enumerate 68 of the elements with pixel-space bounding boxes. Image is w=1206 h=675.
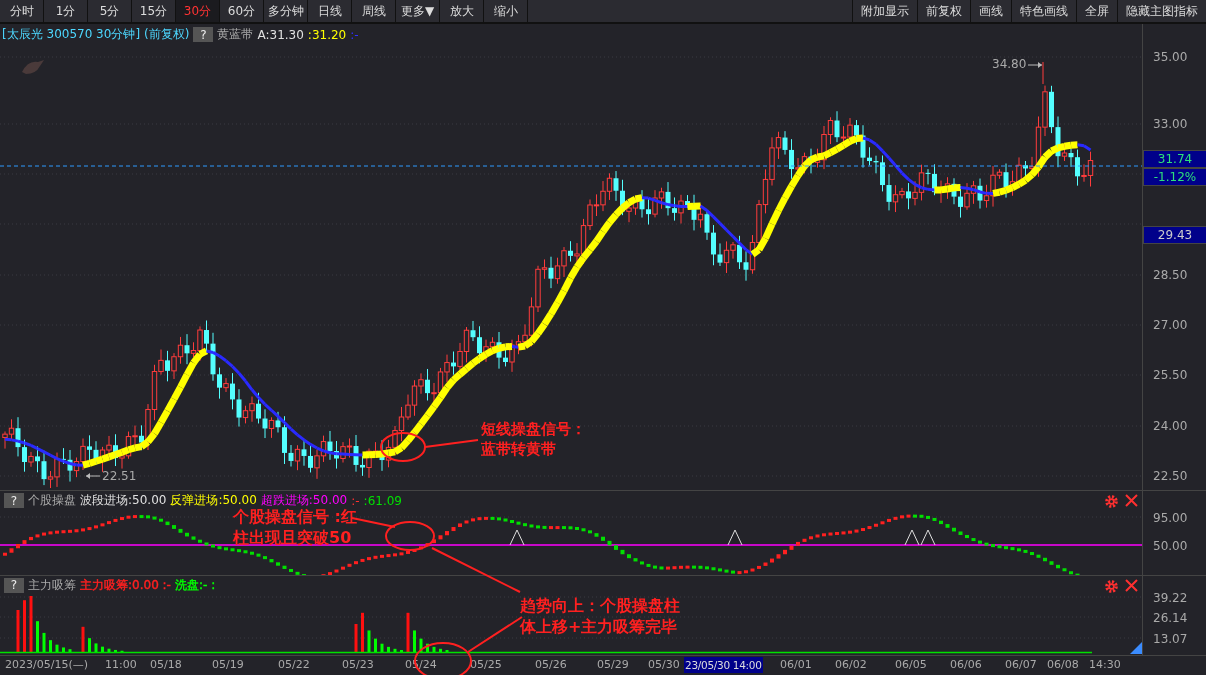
indicator-tick: 50.00 (1153, 539, 1188, 553)
price-tick: 33.00 (1153, 117, 1188, 131)
date-label: 06/05 (895, 658, 927, 671)
date-label: 14:30 (1089, 658, 1121, 671)
date-label: 06/08 (1047, 658, 1079, 671)
help-button[interactable]: ? (4, 493, 24, 508)
indicator-value: :31.20 (307, 27, 347, 42)
price-tick: 28.50 (1153, 268, 1188, 282)
indicator-value: :61.09 (363, 493, 402, 508)
leader-line (424, 439, 479, 448)
corner-triangle-icon (1130, 642, 1142, 654)
last-price-label: 31.74 (1143, 150, 1206, 168)
help-button[interactable]: ? (193, 27, 214, 42)
indicator-value: :- (351, 493, 360, 508)
indicator-value: :- (350, 27, 359, 42)
date-label: 2023/05/15(—) (5, 658, 88, 671)
high-marker-arrow (1027, 61, 1044, 85)
date-label: 05/29 (597, 658, 629, 671)
cursor-price-label: 29.43 (1143, 226, 1206, 244)
date-label: 05/19 (212, 658, 244, 671)
indicator-tick: 13.07 (1153, 632, 1188, 646)
indicator-value: A:31.30 (257, 27, 304, 42)
price-tick: 35.00 (1153, 50, 1188, 64)
indicator-value: 反弹进场:50.00 (170, 492, 257, 508)
date-label: 06/06 (950, 658, 982, 671)
annotation-text: 趋势向上：个股操盘柱 体上移+主力吸筹完毕 (520, 596, 680, 638)
date-label: 06/01 (780, 658, 812, 671)
date-label: 05/22 (278, 658, 310, 671)
indicator-name: 个股操盘 (28, 492, 76, 509)
date-label: 06/02 (835, 658, 867, 671)
price-tick: 22.50 (1153, 469, 1188, 483)
close-icon[interactable] (1125, 494, 1138, 509)
date-label: 05/25 (470, 658, 502, 671)
date-label: 11:00 (105, 658, 137, 671)
indicator-tick: 95.00 (1153, 511, 1188, 525)
change-percent-label: -1.12% (1143, 168, 1206, 186)
price-tick: 27.00 (1153, 318, 1188, 332)
indicator-value: 超跌进场:50.00 (260, 492, 348, 508)
date-label: 05/23 (342, 658, 374, 671)
annotation-text: 个股操盘信号 :红 柱出现且突破50 (233, 507, 357, 549)
date-label: 05/18 (150, 658, 182, 671)
indicator-value: 波段进场:50.00 (80, 492, 167, 509)
settings-icon[interactable] (1104, 579, 1119, 594)
settings-icon[interactable] (1104, 494, 1119, 509)
highlight-ellipse (380, 432, 426, 462)
low-marker-arrow (85, 473, 101, 479)
date-label: 06/07 (1005, 658, 1037, 671)
indicator-tick: 39.22 (1153, 591, 1188, 605)
stock-title: [太辰光 300570 30分钟] (2, 26, 141, 43)
indicator-name: 黄蓝带 (217, 26, 254, 43)
adjust-label: (前复权) (144, 26, 190, 43)
price-tick: 24.00 (1153, 419, 1188, 433)
close-icon[interactable] (1125, 579, 1138, 594)
indicator-tick: 26.14 (1153, 611, 1188, 625)
period-tab[interactable]: 30分 (176, 0, 220, 22)
date-label: 05/30 (648, 658, 680, 671)
indicator-value: 洗盘:- : (174, 576, 216, 594)
low-price-label: 22.51 (102, 469, 137, 483)
cursor-date-label: 23/05/30 14:00 (684, 657, 763, 673)
watermark-logo-icon (20, 58, 46, 76)
indicator-name: 主力吸筹 (28, 576, 76, 594)
indicator-value: 主力吸筹:0.00 :- (80, 576, 171, 594)
date-label: 05/26 (535, 658, 567, 671)
price-tick: 25.50 (1153, 368, 1188, 382)
annotation-text: 短线操盘信号： 蓝带转黄带 (481, 420, 586, 459)
highlight-ellipse (385, 521, 435, 551)
high-price-label: 34.80 (992, 57, 1027, 71)
help-button[interactable]: ? (4, 577, 24, 593)
